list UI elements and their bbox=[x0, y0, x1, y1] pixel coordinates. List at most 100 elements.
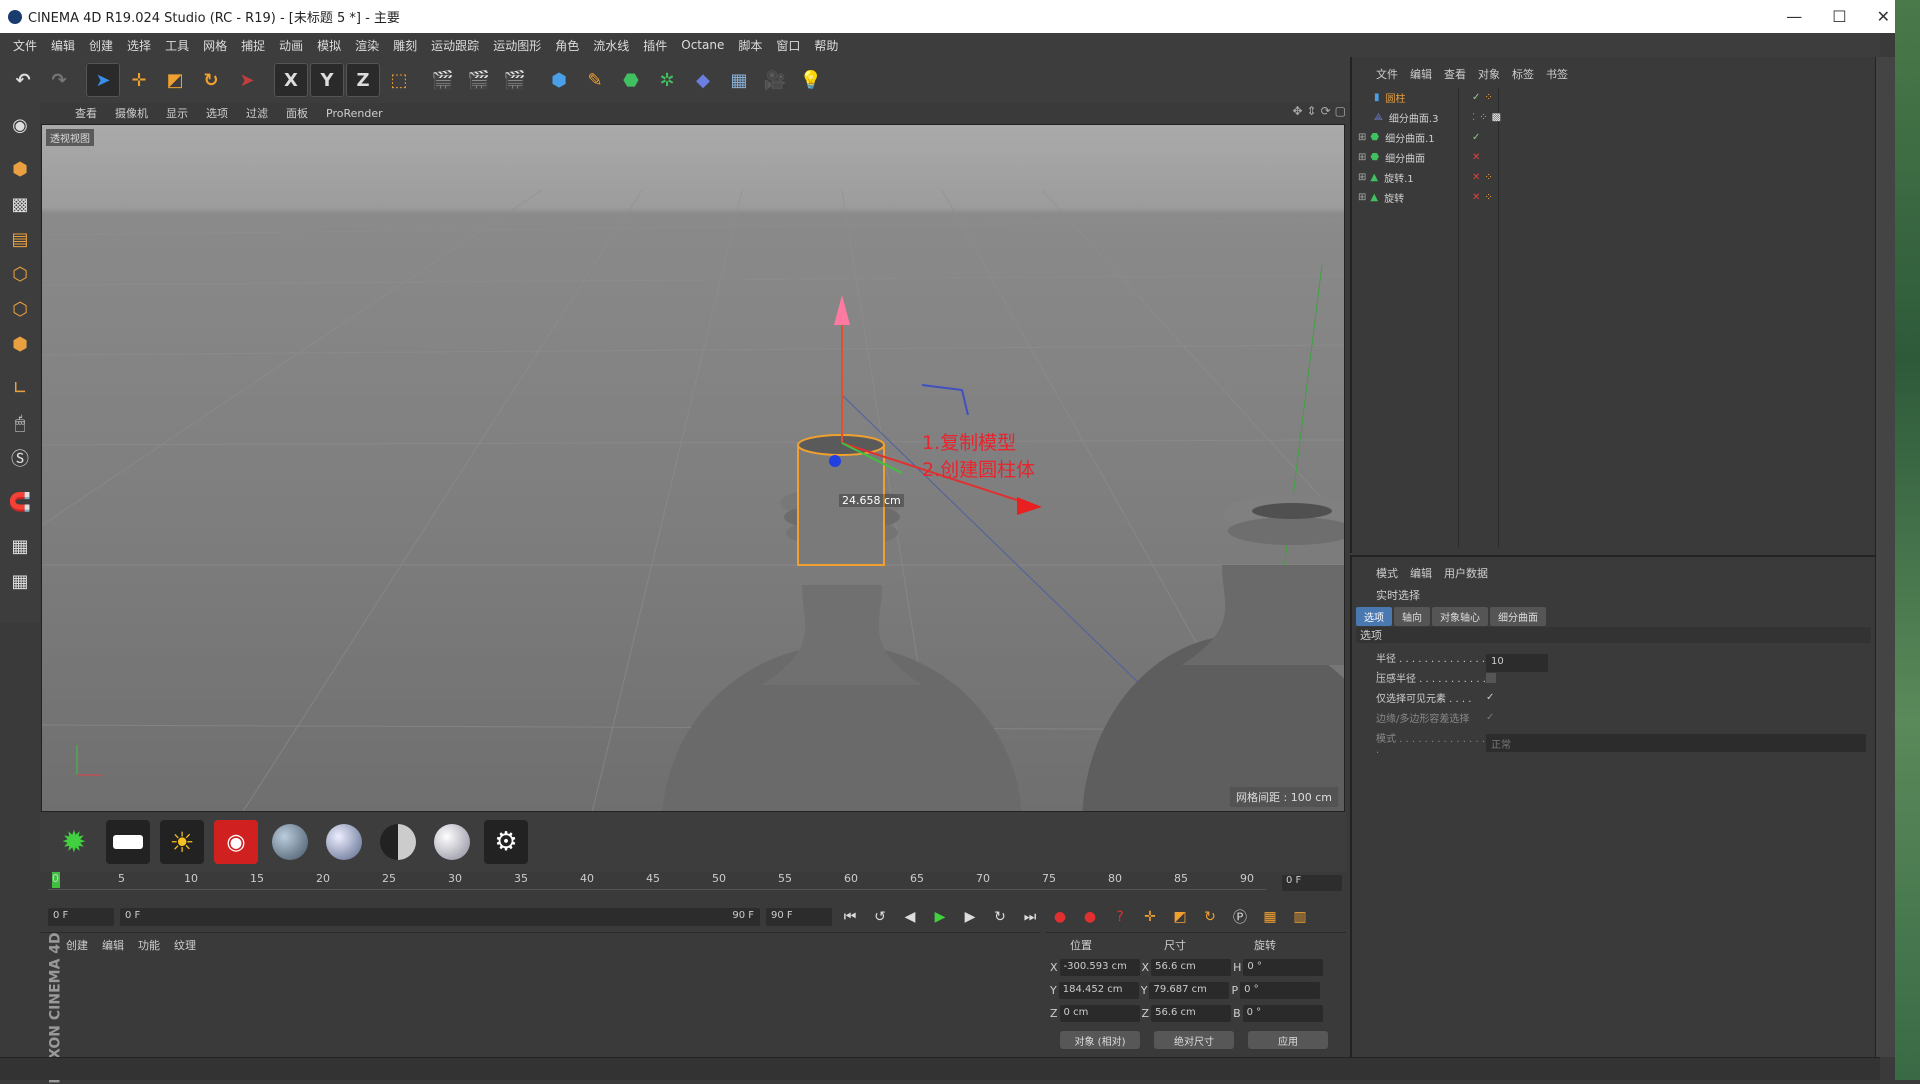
recent-tool-icon[interactable]: ➤ bbox=[230, 63, 264, 97]
expand-icon[interactable]: ⊞ bbox=[1358, 132, 1366, 143]
deformer-icon[interactable]: ◆ bbox=[686, 63, 720, 97]
menu-motion-tracking[interactable]: 运动跟踪 bbox=[424, 37, 486, 54]
make-editable-icon[interactable]: ◉ bbox=[4, 109, 36, 141]
key-parameter-icon[interactable]: Ⓟ bbox=[1228, 905, 1252, 929]
octane-specular-material-icon[interactable] bbox=[376, 820, 420, 864]
y-axis-lock-button[interactable]: Y bbox=[310, 63, 344, 97]
menu-help[interactable]: 帮助 bbox=[807, 37, 845, 54]
om-menu-file[interactable]: 文件 bbox=[1376, 66, 1398, 82]
object-row-subdivision[interactable]: ⊞ ⬣ 细分曲面 ✕ bbox=[1358, 147, 1868, 167]
close-icon[interactable]: ✕ bbox=[1877, 7, 1890, 26]
edges-mode-icon[interactable]: ⬡ bbox=[4, 293, 36, 325]
octane-glossy-material-icon[interactable] bbox=[322, 820, 366, 864]
menu-render[interactable]: 渲染 bbox=[348, 37, 386, 54]
menu-simulate[interactable]: 模拟 bbox=[310, 37, 348, 54]
tab-axis[interactable]: 轴向 bbox=[1394, 607, 1430, 626]
am-menu-edit[interactable]: 编辑 bbox=[1410, 565, 1432, 581]
polygons-mode-icon[interactable]: ⬢ bbox=[4, 328, 36, 360]
menu-edit[interactable]: 编辑 bbox=[44, 37, 82, 54]
om-menu-view[interactable]: 查看 bbox=[1444, 66, 1466, 82]
workplane-icon[interactable]: ▤ bbox=[4, 223, 36, 255]
viewport-menu-options[interactable]: 选项 bbox=[197, 105, 237, 121]
menu-plugins[interactable]: 插件 bbox=[636, 37, 674, 54]
tab-object-axis[interactable]: 对象轴心 bbox=[1432, 607, 1488, 626]
cube-object-icon[interactable]: ⬢ bbox=[542, 63, 576, 97]
render-picture-viewer-icon[interactable]: 🎬 bbox=[462, 63, 496, 97]
cloner-icon[interactable]: ✲ bbox=[650, 63, 684, 97]
record-keys-icon[interactable]: ● bbox=[1048, 905, 1072, 929]
current-frame-field[interactable]: 0 F bbox=[48, 908, 114, 926]
menu-mograph[interactable]: 运动图形 bbox=[486, 37, 548, 54]
menu-pipeline[interactable]: 流水线 bbox=[586, 37, 636, 54]
live-select-icon[interactable]: ➤ bbox=[86, 63, 120, 97]
timeline-window-icon[interactable]: ▥ bbox=[1288, 905, 1312, 929]
tolerance-checkbox[interactable]: ✓ bbox=[1486, 712, 1494, 723]
menu-octane[interactable]: Octane bbox=[674, 38, 731, 52]
rotation-p-field[interactable]: 0 ° bbox=[1240, 982, 1321, 999]
z-axis-lock-button[interactable]: Z bbox=[346, 63, 380, 97]
expand-icon[interactable]: ⊞ bbox=[1358, 152, 1366, 163]
next-key-icon[interactable]: ↻ bbox=[988, 905, 1012, 929]
zoom-view-icon[interactable]: ⇕ bbox=[1307, 104, 1317, 118]
move-tool-icon[interactable]: ✛ bbox=[122, 63, 156, 97]
menu-animate[interactable]: 动画 bbox=[272, 37, 310, 54]
pressure-radius-checkbox[interactable] bbox=[1486, 672, 1496, 683]
points-mode-icon[interactable]: ⬡ bbox=[4, 258, 36, 290]
render-view-icon[interactable]: 🎬 bbox=[426, 63, 460, 97]
snap-icon[interactable]: 🧲 bbox=[4, 486, 36, 518]
mode-dropdown[interactable]: 正常 bbox=[1486, 734, 1866, 752]
om-menu-objects[interactable]: 对象 bbox=[1478, 66, 1500, 82]
floor-icon[interactable]: ▦ bbox=[722, 63, 756, 97]
material-menu-texture[interactable]: 纹理 bbox=[174, 937, 196, 953]
om-menu-bookmarks[interactable]: 书签 bbox=[1546, 66, 1568, 82]
object-row-subdivision-3[interactable]: ⟁ 细分曲面.3 ⁚ ⁘ ▩ bbox=[1358, 107, 1868, 127]
viewport-menu-view[interactable]: 查看 bbox=[66, 105, 106, 121]
play-icon[interactable]: ▶ bbox=[928, 905, 952, 929]
viewport-menu-panel[interactable]: 面板 bbox=[277, 105, 317, 121]
octane-camera-icon[interactable]: ◉ bbox=[214, 820, 258, 864]
rotate-tool-icon[interactable]: ↻ bbox=[194, 63, 228, 97]
size-z-field[interactable]: 56.6 cm bbox=[1151, 1005, 1232, 1022]
redo-icon[interactable]: ↷ bbox=[42, 63, 76, 97]
menu-file[interactable]: 文件 bbox=[6, 37, 44, 54]
size-y-field[interactable]: 79.687 cm bbox=[1149, 982, 1230, 999]
key-rotation-icon[interactable]: ↻ bbox=[1198, 905, 1222, 929]
camera-icon[interactable]: 🎥 bbox=[758, 63, 792, 97]
rotation-h-field[interactable]: 0 ° bbox=[1243, 959, 1324, 976]
go-to-end-icon[interactable]: ⏭ bbox=[1018, 905, 1042, 929]
move-view-icon[interactable]: ✥ bbox=[1292, 104, 1302, 118]
menu-window[interactable]: 窗口 bbox=[769, 37, 807, 54]
octane-daylight-icon[interactable]: ☀ bbox=[160, 820, 204, 864]
keyframe-selection-icon[interactable]: ? bbox=[1108, 905, 1132, 929]
octane-mix-material-icon[interactable] bbox=[430, 820, 474, 864]
octane-area-light-icon[interactable] bbox=[106, 820, 150, 864]
object-row-lathe[interactable]: ⊞ ▲ 旋转 ✕ ⁘ bbox=[1358, 187, 1868, 207]
apply-button[interactable]: 应用 bbox=[1248, 1031, 1328, 1049]
go-to-start-icon[interactable]: ⏮ bbox=[838, 905, 862, 929]
viewport-menu-display[interactable]: 显示 bbox=[157, 105, 197, 121]
material-menu-create[interactable]: 创建 bbox=[66, 937, 88, 953]
pen-spline-icon[interactable]: ✎ bbox=[578, 63, 612, 97]
menu-character[interactable]: 角色 bbox=[548, 37, 586, 54]
visible-only-checkbox[interactable]: ✓ bbox=[1486, 692, 1494, 703]
key-position-icon[interactable]: ✛ bbox=[1138, 905, 1162, 929]
timeline-scale[interactable]: 0 5 10 15 20 25 30 35 40 45 50 55 60 65 70 75 80 85 90 bbox=[48, 872, 1266, 890]
light-icon[interactable]: 💡 bbox=[794, 63, 828, 97]
size-mode-dropdown[interactable]: 绝对尺寸 bbox=[1154, 1031, 1234, 1049]
viewport-menu-filter[interactable]: 过滤 bbox=[237, 105, 277, 121]
x-axis-lock-button[interactable]: X bbox=[274, 63, 308, 97]
subdivision-surface-icon[interactable]: ⬣ bbox=[614, 63, 648, 97]
material-menu-edit[interactable]: 编辑 bbox=[102, 937, 124, 953]
scale-tool-icon[interactable]: ◩ bbox=[158, 63, 192, 97]
frame-range-slider[interactable]: 0 F 90 F bbox=[120, 908, 760, 926]
expand-icon[interactable]: ⊞ bbox=[1358, 172, 1366, 183]
key-pla-icon[interactable]: ▦ bbox=[1258, 905, 1282, 929]
next-frame-icon[interactable]: ▶ bbox=[958, 905, 982, 929]
octane-diffuse-material-icon[interactable] bbox=[268, 820, 312, 864]
key-scale-icon[interactable]: ◩ bbox=[1168, 905, 1192, 929]
viewport-menu-cameras[interactable]: 摄像机 bbox=[106, 105, 157, 121]
position-z-field[interactable]: 0 cm bbox=[1059, 1005, 1140, 1022]
texture-mode-icon[interactable]: ▩ bbox=[4, 188, 36, 220]
menu-sculpt[interactable]: 雕刻 bbox=[386, 37, 424, 54]
object-row-lathe-1[interactable]: ⊞ ▲ 旋转.1 ✕ ⁘ bbox=[1358, 167, 1868, 187]
